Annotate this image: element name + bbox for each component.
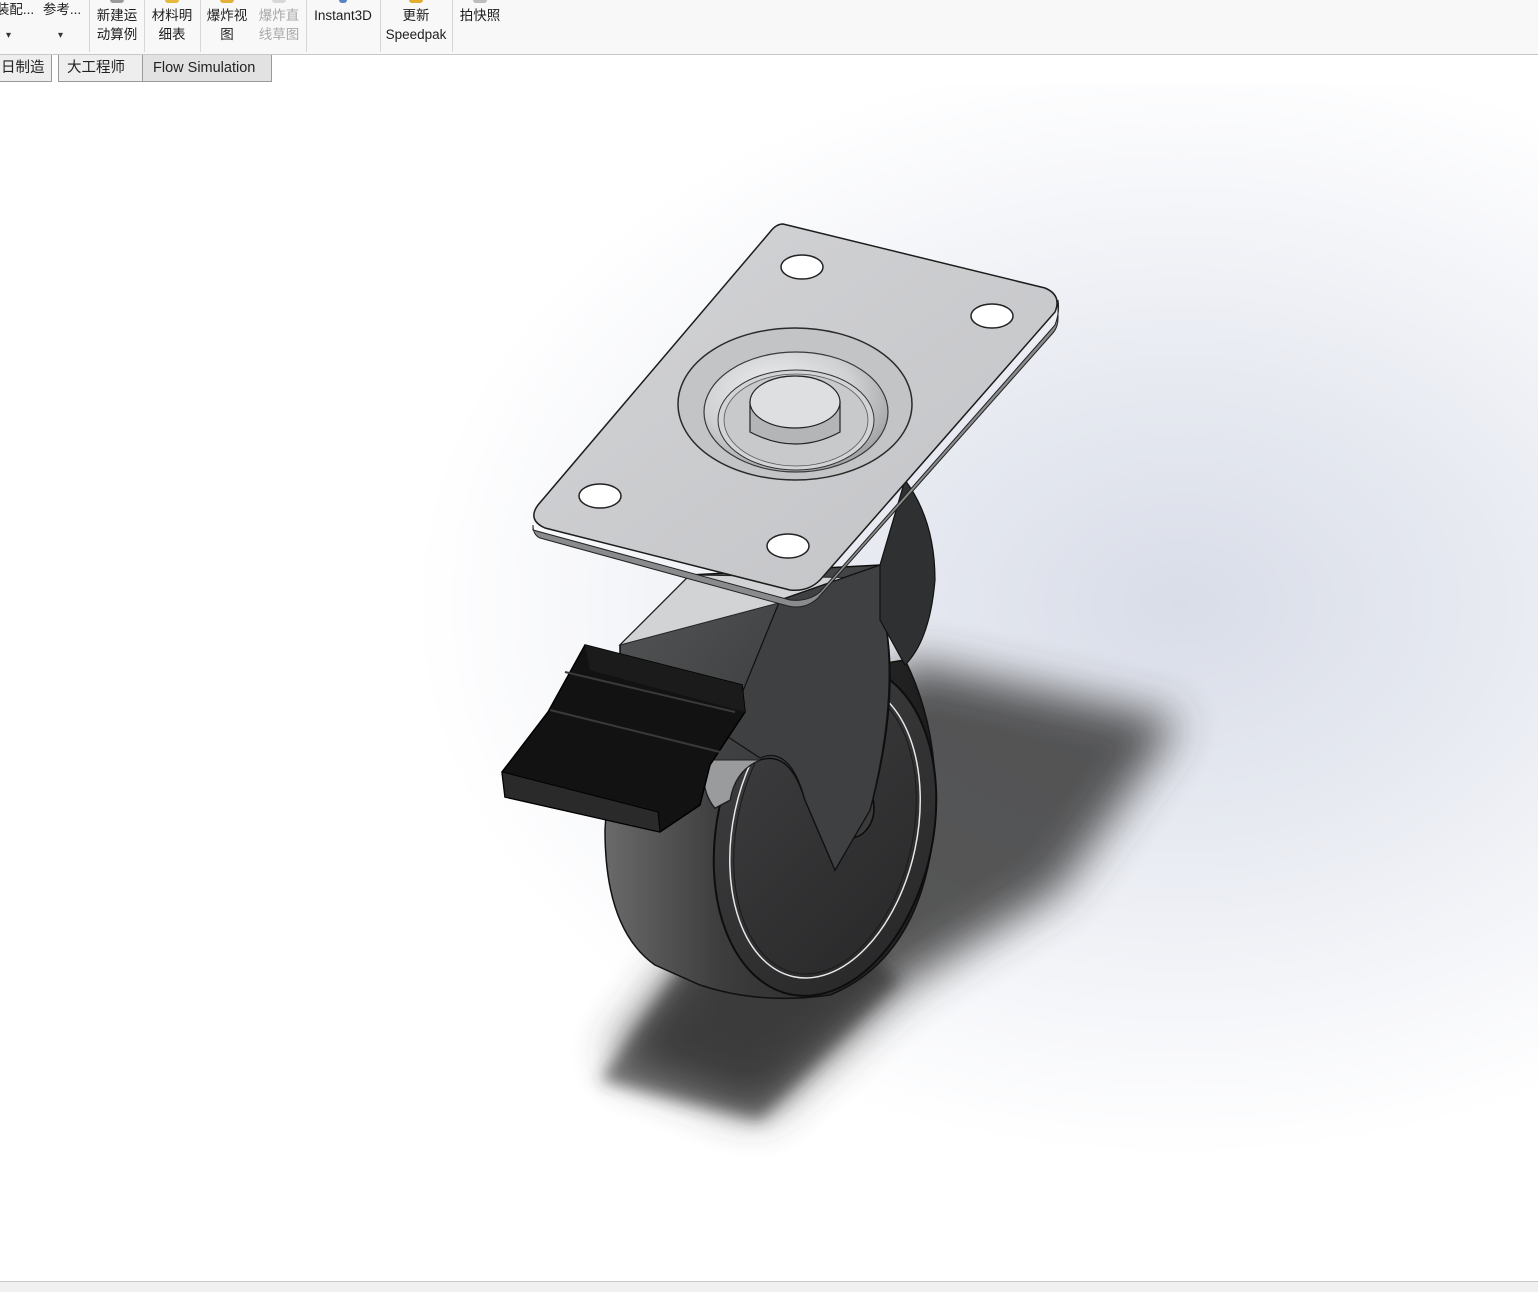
reference-dropdown-arrow[interactable]: ▾ [58,30,63,41]
bom-label-2: 细表 [158,27,186,42]
ribbon-separator [380,0,381,52]
update-speedpak-button[interactable]: 更新 Speedpak [382,0,450,50]
tab-manufacturing[interactable]: 日制造 [0,55,52,82]
motion-study-icon [110,0,124,3]
reference-geometry-button[interactable]: 参考... [40,0,84,50]
motion-study-label-2: 动算例 [96,27,138,42]
bom-icon [165,0,179,3]
exploded-view-button[interactable]: 爆炸视 图 [202,0,252,50]
ribbon-separator [200,0,201,52]
speedpak-label-2: Speedpak [385,27,447,42]
exploded-view-label-2: 图 [220,27,234,42]
caster-model[interactable] [0,84,1538,1281]
tab-flow-simulation-label: Flow Simulation [153,60,256,76]
snapshot-label: 拍快照 [459,8,501,23]
assembly-button[interactable]: 装配... [0,0,38,50]
mount-hole [970,303,1014,329]
ribbon-separator [144,0,145,52]
mount-hole [578,483,622,509]
speedpak-icon [409,0,423,3]
explode-line-label-1: 爆炸直 [258,8,300,23]
explode-line-sketch-button[interactable]: 爆炸直 线草图 [254,0,304,50]
ribbon-separator [306,0,307,52]
bom-label-1: 材料明 [151,8,193,23]
instant3d-icon [339,0,347,3]
exploded-view-label-1: 爆炸视 [206,8,248,23]
ribbon-separator [89,0,90,52]
mounting-plate [532,223,1060,608]
graphics-area[interactable]: ▼ ▼ ▼ ▼ ▼ [0,84,1538,1281]
tab-engineer[interactable]: 大工程师 [58,55,143,82]
speedpak-label-1: 更新 [402,8,430,23]
motion-study-label-1: 新建运 [96,8,138,23]
explode-line-label-2: 线草图 [258,27,300,42]
bill-of-materials-button[interactable]: 材料明 细表 [146,0,198,50]
tab-flow-simulation[interactable]: Flow Simulation [142,55,272,82]
instant3d-label: Instant3D [314,8,372,23]
tab-manufacturing-label: 日制造 [1,60,45,76]
reference-label: 参考... [42,2,82,17]
new-motion-study-button[interactable]: 新建运 动算例 [92,0,142,50]
instant3d-button[interactable]: Instant3D [308,0,378,50]
take-snapshot-button[interactable]: 拍快照 [454,0,506,50]
tab-engineer-label: 大工程师 [67,60,125,76]
mount-hole [780,254,824,280]
ribbon-separator [452,0,453,52]
command-manager-ribbon: 装配... ▾ 参考... ▾ 新建运 动算例 材料明 细表 爆炸视 图 爆炸直… [0,0,1538,55]
explode-line-sketch-icon [272,0,286,3]
status-bar [0,1281,1538,1292]
kingpin-rivet [749,375,841,445]
assembly-label: 装配... [0,2,35,17]
assembly-dropdown-arrow[interactable]: ▾ [6,30,11,41]
snapshot-icon [473,0,487,3]
exploded-view-icon [220,0,234,3]
mount-hole [766,533,810,559]
